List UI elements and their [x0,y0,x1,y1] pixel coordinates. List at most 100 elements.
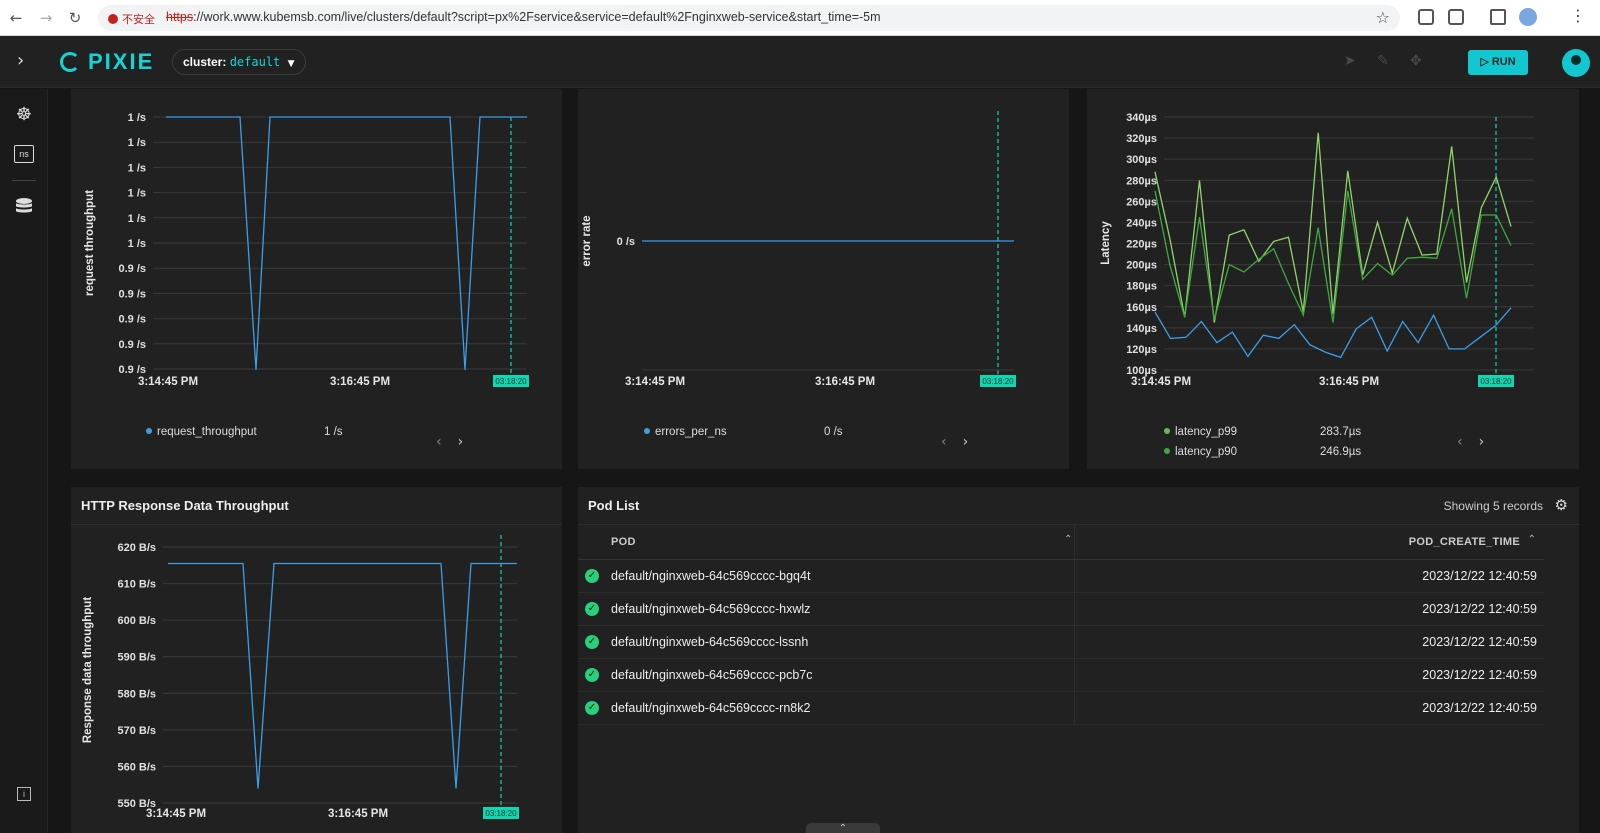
y-tick-label: 1 /s [128,238,146,250]
sidepanel-icon[interactable] [1490,9,1506,25]
table-header: POD ⌃ POD_CREATE_TIME ⌃ [578,525,1544,560]
prev-page-icon[interactable]: ‹ [1457,434,1463,450]
y-tick-label: 320µs [1126,133,1157,145]
table-row[interactable]: ✓ default/nginxweb-64c569cccc-rn8k2 2023… [578,692,1544,725]
legend-item: request_throughput [146,426,257,438]
y-tick-label: 260µs [1126,196,1157,208]
table-row[interactable]: ✓ default/nginxweb-64c569cccc-hxwlz 2023… [578,593,1544,626]
legend-pager: ‹ › [1457,434,1484,450]
y-tick-label: 180µs [1126,281,1157,293]
legend-dot [146,428,152,434]
namespace-icon[interactable]: ns [14,145,34,163]
series-line-response-throughput [168,562,517,789]
edit-icon[interactable]: ✎ [1377,53,1389,69]
sidebar-divider [12,180,36,181]
y-axis-label: Latency [1100,221,1112,265]
table-row[interactable]: ✓ default/nginxweb-64c569cccc-lssnh 2023… [578,626,1544,659]
menu-dots-icon[interactable]: ⋮ [1570,6,1586,25]
error-rate-chart: 0 /s error rate 3:14:45 PM 3:16:45 PM 03:18:… [581,111,1016,388]
series-line-latency-p99 [1154,132,1512,323]
back-icon[interactable]: ← [6,8,26,28]
time-cursor-label: 03:18:20 [495,377,527,386]
expand-sidebar-icon[interactable]: › [17,50,24,71]
pod-name[interactable]: default/nginxweb-64c569cccc-bgq4t [611,569,810,583]
time-cursor-label: 03:18:20 [1480,377,1512,386]
y-axis-label: Response data throughput [82,597,94,743]
legend-item: errors_per_ns [644,426,727,438]
x-tick-label: 3:16:45 PM [815,376,875,388]
time-cursor-label: 03:18:20 [982,377,1014,386]
y-tick-label: 1 /s [128,112,146,124]
run-button[interactable]: ▷ RUN [1468,50,1528,75]
y-tick-label: 120µs [1126,344,1157,356]
sort-asc-icon[interactable]: ⌃ [1064,534,1072,545]
user-avatar[interactable] [1562,49,1590,77]
y-tick-label: 240µs [1126,217,1157,229]
y-axis-label: request throughput [84,190,96,296]
response-throughput-chart: 620 B/s 610 B/s 600 B/s 590 B/s 580 B/s 570 B… [82,535,519,820]
x-tick-label: 3:16:45 PM [1319,376,1379,388]
legend-pager: ‹ › [941,434,968,450]
time-cursor-label: 03:18:20 [485,809,517,818]
y-tick-label: 570 B/s [117,725,156,737]
url-text[interactable]: https://work.www.kubemsb.com/live/cluste… [166,10,881,24]
response-throughput-panel: HTTP Response Data Throughput 620 B/s 610… [71,487,562,833]
pod-name[interactable]: default/nginxweb-64c569cccc-hxwlz [611,602,810,616]
y-tick-label: 1 /s [128,213,146,225]
drawer-toggle[interactable]: ⌃ [806,823,880,833]
y-tick-label: 620 B/s [117,542,156,554]
x-tick-label: 3:14:45 PM [146,808,206,820]
move-icon[interactable]: ✥ [1410,53,1422,69]
y-tick-label: 1 /s [128,162,146,174]
cluster-selector[interactable]: cluster: default ▼ [172,49,306,75]
legend-item: latency_p99 [1164,426,1237,438]
y-tick-label: 0.9 /s [118,314,146,326]
logo-ring-icon [60,52,80,72]
puzzle-icon[interactable] [1448,9,1464,25]
database-icon[interactable] [14,197,34,217]
y-tick-label: 220µs [1126,239,1157,251]
app-topbar: › PIXIE cluster: default ▼ ➤ ✎ ✥ ▷ RUN [0,36,1600,88]
profile-icon[interactable] [1519,8,1537,26]
next-page-icon[interactable]: › [458,434,464,450]
panel-title: Pod List [588,498,640,513]
request-throughput-chart: 1 /s 1 /s 1 /s 1 /s 1 /s 1 /s 0.9 /s 0.9 /s 0.9 … [84,112,529,388]
column-header-create-time[interactable]: POD_CREATE_TIME [1409,536,1520,548]
pod-create-time: 2023/12/22 12:40:59 [1422,602,1537,616]
send-icon[interactable]: ➤ [1344,53,1356,69]
forward-icon[interactable]: → [36,8,56,28]
request-throughput-panel: 1 /s 1 /s 1 /s 1 /s 1 /s 1 /s 0.9 /s 0.9 /s 0.9 … [71,89,562,469]
gear-icon[interactable]: ⚙ [1555,496,1568,514]
next-page-icon[interactable]: › [1479,434,1485,450]
prev-page-icon[interactable]: ‹ [436,434,442,450]
prev-page-icon[interactable]: ‹ [941,434,947,450]
table-row[interactable]: ✓ default/nginxweb-64c569cccc-pcb7c 2023… [578,659,1544,692]
kubernetes-icon[interactable]: ☸ [14,105,34,125]
status-ok-icon: ✓ [585,569,599,583]
y-tick-label: 560 B/s [117,761,156,773]
warning-icon [108,14,118,24]
pod-name[interactable]: default/nginxweb-64c569cccc-rn8k2 [611,701,810,715]
bookmark-star-icon[interactable]: ☆ [1376,8,1390,27]
reload-icon[interactable]: ↻ [65,8,85,28]
browser-toolbar: ← → ↻ 不安全 https://work.www.kubemsb.com/l… [0,0,1600,36]
column-header-pod[interactable]: POD [611,536,636,548]
pod-create-time: 2023/12/22 12:40:59 [1422,668,1537,682]
insecure-badge[interactable]: 不安全 [108,11,155,27]
info-icon[interactable]: i [17,787,31,801]
pixie-logo[interactable]: PIXIE [60,49,154,75]
y-tick-label: 160µs [1126,302,1157,314]
next-page-icon[interactable]: › [963,434,969,450]
record-count: Showing 5 records [1443,499,1543,513]
status-ok-icon: ✓ [585,668,599,682]
sort-asc-icon[interactable]: ⌃ [1528,534,1536,545]
pod-name[interactable]: default/nginxweb-64c569cccc-pcb7c [611,668,813,682]
legend-value: 246.9µs [1320,446,1362,458]
extension-icon[interactable] [1418,9,1434,25]
address-bar[interactable]: 不安全 https://work.www.kubemsb.com/live/cl… [98,5,1400,31]
y-tick-label: 280µs [1126,175,1157,187]
pod-create-time: 2023/12/22 12:40:59 [1422,569,1537,583]
pod-name[interactable]: default/nginxweb-64c569cccc-lssnh [611,635,808,649]
table-row[interactable]: ✓ default/nginxweb-64c569cccc-bgq4t 2023… [578,560,1544,593]
x-tick-label: 3:16:45 PM [328,808,388,820]
